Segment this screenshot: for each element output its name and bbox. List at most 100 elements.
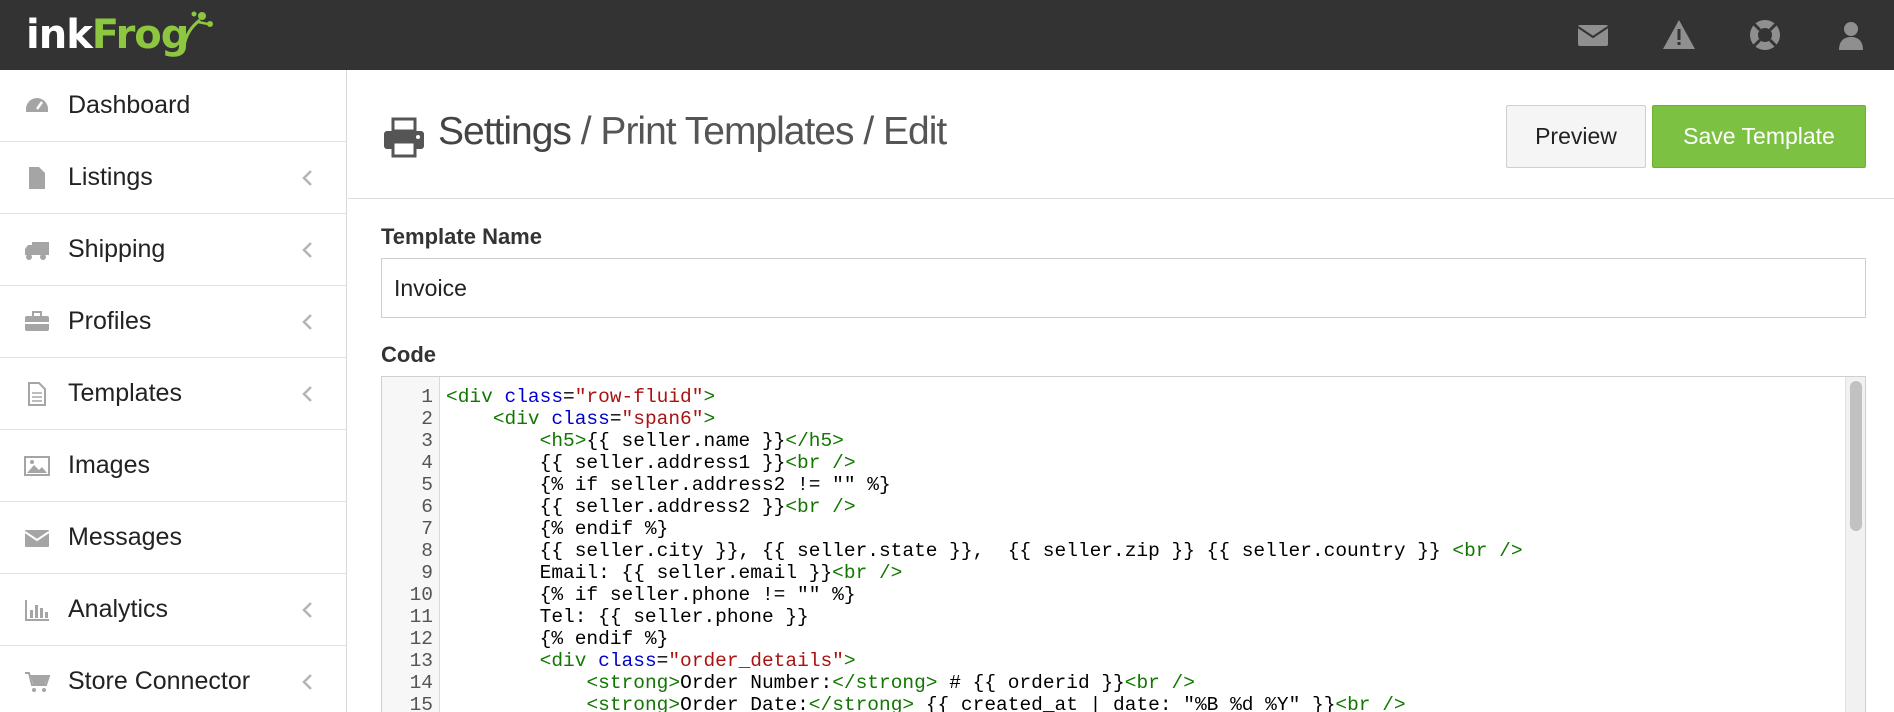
code-token: Order Number: (680, 672, 833, 694)
code-text: <div class="span6"> (446, 408, 715, 430)
code-line: 8 {{ seller.city }}, {{ seller.state }},… (382, 540, 1832, 562)
code-editor[interactable]: 1 <div class="row-fluid"> 2 <div class="sp… (381, 376, 1866, 712)
messages-envelope-icon[interactable] (1550, 0, 1636, 70)
code-text: {{ seller.address1 }}<br /> (446, 452, 856, 474)
sidebar-item-label: Store Connector (68, 667, 251, 695)
sidebar-item-label: Messages (68, 523, 182, 551)
sidebar-item-analytics[interactable]: Analytics (0, 574, 346, 646)
code-text: {% endif %} (446, 628, 669, 650)
line-number: 2 (421, 408, 433, 430)
code-token: > (703, 386, 716, 408)
code-text: {% if seller.phone != "" %} (446, 584, 856, 606)
code-token: {{ created_at | date: "%B %d %Y" }} (914, 694, 1336, 712)
code-token: "row-fluid" (574, 386, 704, 408)
code-token: Tel: {{ seller.phone }} (446, 606, 809, 628)
code-token: class (598, 650, 657, 672)
logo-text-frog: Frog (91, 12, 190, 58)
code-token: <div (492, 408, 552, 430)
code-text: {{ seller.address2 }}<br /> (446, 496, 856, 518)
sidebar: Dashboard Listings Shipping Profiles Tem… (0, 70, 347, 712)
chevron-left-icon (300, 312, 314, 332)
chevron-left-icon (300, 240, 314, 260)
breadcrumb-root[interactable]: Settings (438, 110, 572, 153)
code-text: Email: {{ seller.email }}<br /> (446, 562, 903, 584)
line-number: 14 (409, 672, 433, 694)
sidebar-item-profiles[interactable]: Profiles (0, 286, 346, 358)
code-token: <br /> (785, 452, 856, 474)
logo-sprout-icon (182, 11, 213, 47)
user-icon[interactable] (1808, 0, 1894, 70)
code-token: = (609, 408, 622, 430)
code-line: 12 {% endif %} (382, 628, 1832, 650)
code-token: # {{ orderid }} (937, 672, 1125, 694)
line-number: 8 (421, 540, 433, 562)
sidebar-item-label: Dashboard (68, 91, 191, 119)
sidebar-item-shipping[interactable]: Shipping (0, 214, 346, 286)
sidebar-item-messages[interactable]: Messages (0, 502, 346, 574)
line-number: 1 (421, 386, 433, 408)
chevron-left-icon (300, 168, 314, 188)
image-icon (24, 454, 50, 478)
chevron-left-icon (300, 600, 314, 620)
warning-icon[interactable] (1636, 0, 1722, 70)
line-number: 15 (409, 694, 433, 712)
code-token: <h5> (539, 430, 587, 452)
file-icon (24, 166, 50, 190)
code-token: <br /> (785, 496, 856, 518)
code-text: <h5>{{ seller.name }}</h5> (446, 430, 844, 452)
sidebar-item-dashboard[interactable]: Dashboard (0, 70, 346, 142)
code-line: 11 Tel: {{ seller.phone }} (382, 606, 1832, 628)
inkfrog-logo[interactable]: ink Frog (26, 8, 213, 62)
code-line: 4 {{ seller.address1 }}<br /> (382, 452, 1832, 474)
chevron-left-icon (300, 384, 314, 404)
code-line: 5 {% if seller.address2 != "" %} (382, 474, 1832, 496)
line-number: 4 (421, 452, 433, 474)
code-line: 7 {% endif %} (382, 518, 1832, 540)
template-name-label: Template Name (381, 224, 542, 249)
code-lines: 1 <div class="row-fluid"> 2 <div class="sp… (382, 386, 1832, 712)
line-number: 3 (421, 430, 433, 452)
code-line: 14 <strong>Order Number:</strong> # {{ o… (382, 672, 1832, 694)
line-number: 7 (421, 518, 433, 540)
line-number: 10 (409, 584, 433, 606)
line-number: 12 (409, 628, 433, 650)
code-token: {% endif %} (446, 628, 669, 650)
line-number: 13 (409, 650, 433, 672)
code-line: 2 <div class="span6"> (382, 408, 1832, 430)
page-header: Settings / Print Templates / Edit Previe… (348, 70, 1894, 199)
code-text: {% if seller.address2 != "" %} (446, 474, 891, 496)
editor-scrollbar[interactable] (1845, 377, 1865, 712)
code-text: <div class="row-fluid"> (446, 386, 715, 408)
code-token: <br /> (1124, 672, 1195, 694)
sidebar-item-listings[interactable]: Listings (0, 142, 346, 214)
bar-chart-icon (24, 598, 50, 622)
editor-scroll-thumb[interactable] (1850, 381, 1862, 531)
code-token: Email: {{ seller.email }} (446, 562, 833, 584)
code-token: {{ seller.city }}, {{ seller.state }}, {… (446, 540, 1453, 562)
template-name-input[interactable] (381, 258, 1866, 318)
cart-icon (24, 670, 51, 694)
code-token: <strong> (586, 672, 681, 694)
code-line: 3 <h5>{{ seller.name }}</h5> (382, 430, 1832, 452)
code-token: = (656, 650, 669, 672)
code-text: <strong>Order Number:</strong> # {{ orde… (446, 672, 1195, 694)
code-token: {% if seller.phone != "" %} (446, 584, 856, 606)
dashboard-icon (24, 94, 50, 118)
code-token: </strong> (808, 694, 915, 712)
code-token: </h5> (785, 430, 844, 452)
preview-button[interactable]: Preview (1506, 105, 1646, 168)
save-template-button[interactable]: Save Template (1652, 105, 1866, 168)
sidebar-item-store-connector[interactable]: Store Connector (0, 646, 346, 712)
sidebar-item-images[interactable]: Images (0, 430, 346, 502)
sidebar-item-templates[interactable]: Templates (0, 358, 346, 430)
code-token: <br /> (1335, 694, 1406, 712)
code-token: <div (539, 650, 599, 672)
lifebuoy-icon[interactable] (1722, 0, 1808, 70)
code-token: <div (446, 386, 505, 408)
code-token: > (843, 650, 856, 672)
code-text: Tel: {{ seller.phone }} (446, 606, 809, 628)
code-token: <br /> (1452, 540, 1523, 562)
code-token: = (563, 386, 575, 408)
